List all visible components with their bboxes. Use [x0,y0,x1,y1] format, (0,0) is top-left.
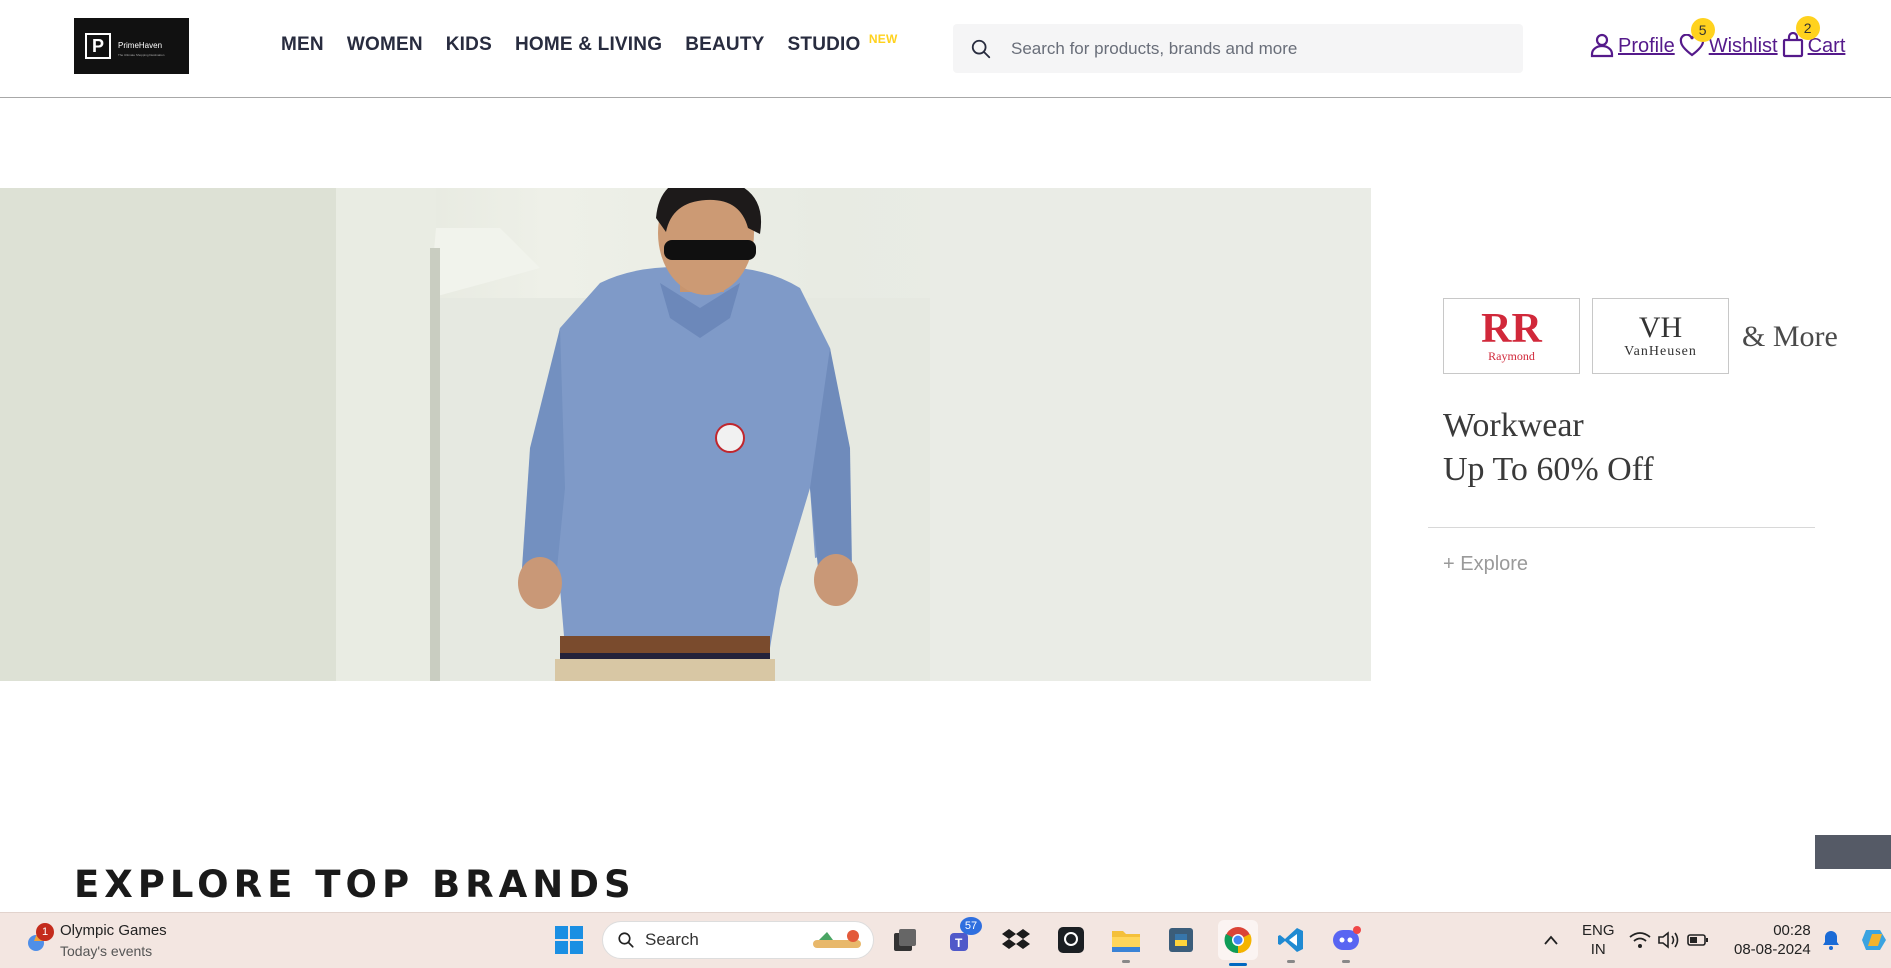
profile-label: Profile [1618,35,1675,57]
svg-text:T: T [955,936,963,950]
running-indicator [1122,960,1130,963]
explore-link[interactable]: + Explore [1443,553,1528,576]
chevron-up-icon[interactable] [1534,923,1568,957]
nav-beauty[interactable]: BEAUTY [685,34,764,56]
main-nav: MEN WOMEN KIDS HOME & LIVING BEAUTY STUD… [281,32,898,56]
teams-icon[interactable]: T 57 [944,917,982,957]
dropbox-icon[interactable] [999,923,1033,957]
model-illustration [0,188,1371,681]
clock[interactable]: 00:28 08-08-2024 [1734,921,1811,959]
language-code: ENG [1582,922,1615,939]
vscode-icon[interactable] [1274,923,1308,963]
search-icon [618,932,634,948]
file-explorer-icon[interactable] [1109,923,1143,963]
cart-link[interactable]: 2 Cart [1782,16,1845,58]
clock-time: 00:28 [1773,922,1811,939]
and-more-label: & More [1742,320,1838,353]
logo-mark: P [85,33,111,59]
nav-men[interactable]: MEN [281,34,324,56]
widget-text: Olympic Games Today's events [60,921,167,961]
volume-icon [1658,931,1679,949]
python-app-icon[interactable] [1164,923,1198,957]
running-indicator [1287,960,1295,963]
raymond-mark: RR [1481,305,1542,352]
active-app-indicator [1229,963,1247,966]
hero-banner[interactable]: RR Raymond VH VanHeusen & More Workwear … [0,188,1891,869]
nav-home-living[interactable]: HOME & LIVING [515,34,662,56]
wishlist-link[interactable]: 5 Wishlist [1679,18,1778,58]
logo-tagline: The Ultimate Shopping Destination [118,53,165,57]
vanheusen-name: VanHeusen [1624,344,1697,359]
search-icon[interactable] [953,38,1009,60]
wishlist-label: Wishlist [1708,35,1778,57]
github-icon[interactable] [1054,923,1088,957]
widget-subtitle: Today's events [60,943,153,959]
logo-name: PrimeHaven [118,41,163,50]
copilot-icon[interactable] [1858,923,1891,957]
user-icon [1590,33,1614,58]
nav-studio[interactable]: STUDIO NEW [787,32,898,56]
taskbar-search-label: Search [645,930,699,949]
vanheusen-mark: VH [1638,311,1683,344]
battery-icon [1687,934,1708,946]
promo-divider [1428,527,1815,528]
search-input[interactable] [1009,37,1493,60]
start-windows-icon[interactable] [552,923,586,957]
brand-logo-vanheusen[interactable]: VH VanHeusen [1592,298,1729,374]
cart-count-badge: 2 [1795,16,1820,40]
language-indicator[interactable]: ENG IN [1582,921,1615,959]
notification-bell-icon[interactable] [1814,923,1848,957]
wifi-icon [1629,932,1651,948]
promo-headline: Workwear Up To 60% Off [1443,404,1654,492]
nav-studio-label: STUDIO [787,34,861,55]
header-actions: Profile 5 Wishlist 2 Cart [1590,16,1849,58]
search-highlight-icon [813,930,861,948]
nav-women[interactable]: WOMEN [347,34,423,56]
widgets-button[interactable]: 1 Olympic Games Today's events [24,921,167,961]
clock-date: 08-08-2024 [1734,941,1811,958]
new-badge: NEW [868,32,898,46]
system-tray[interactable] [1627,923,1711,957]
profile-link[interactable]: Profile [1590,32,1675,58]
nav-kids[interactable]: KIDS [446,34,492,56]
widget-icon: 1 [24,923,54,955]
section-title: EXPLORE TOP BRANDS [74,863,636,906]
wishlist-count-badge: 5 [1690,18,1715,42]
region-code: IN [1590,941,1606,958]
search-bar [953,24,1523,73]
site-header: P PrimeHaven The Ultimate Shopping Desti… [0,0,1891,98]
brand-logo-raymond[interactable]: RR Raymond [1443,298,1580,374]
site-logo[interactable]: P PrimeHaven The Ultimate Shopping Desti… [74,18,189,74]
promo-headline-line1: Workwear [1443,407,1584,444]
chrome-icon[interactable] [1218,920,1258,966]
logo-wordmark: PrimeHaven The Ultimate Shopping Destina… [118,35,165,58]
running-indicator [1342,960,1350,963]
task-view-icon[interactable] [888,923,922,957]
carousel-next-button[interactable] [1815,835,1891,869]
widget-badge: 1 [36,923,54,941]
hero-photo [0,188,1371,681]
windows-taskbar: 1 Olympic Games Today's events Search T … [0,912,1891,968]
promo-headline-line2: Up To 60% Off [1443,451,1654,488]
discord-icon[interactable] [1329,923,1363,963]
raymond-name: Raymond [1488,348,1535,363]
widget-title: Olympic Games [60,922,167,939]
teams-badge: 57 [960,917,982,935]
taskbar-search[interactable]: Search [602,921,874,959]
